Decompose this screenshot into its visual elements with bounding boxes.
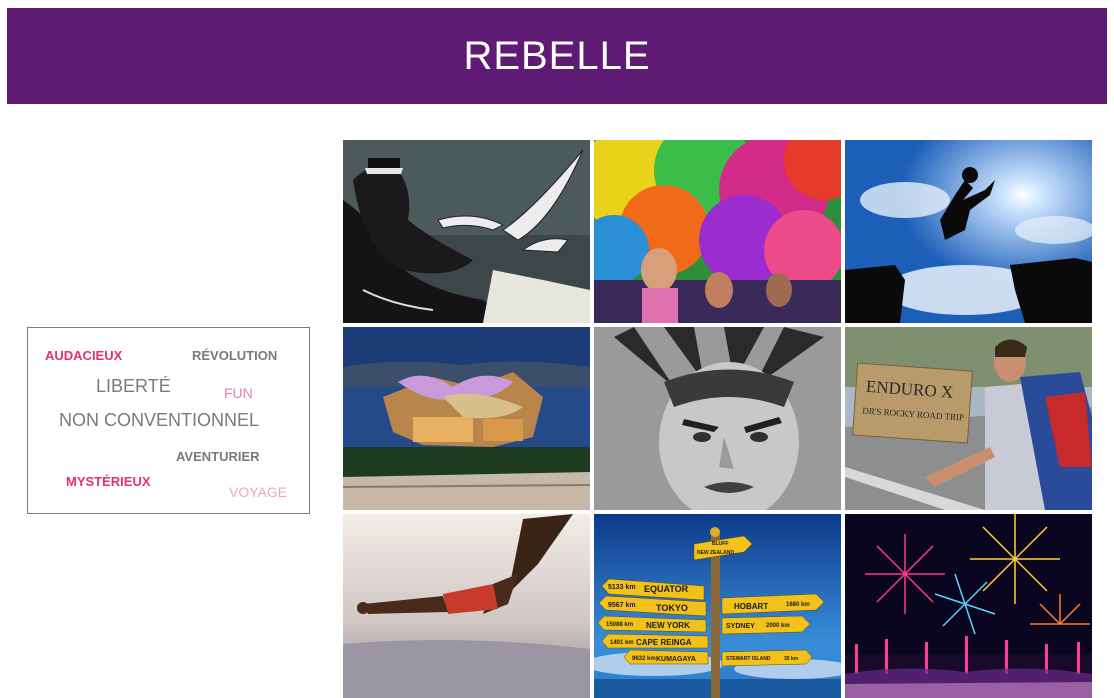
photo-cliff-jump [845, 140, 1092, 323]
sign-nz: NEW ZEALAND [697, 550, 734, 556]
photo-fireworks [845, 514, 1092, 698]
sign-equator: EQUATOR [644, 584, 689, 594]
sign-tokyo-dist: 9567 km [608, 602, 636, 609]
word-audacieux: AUDACIEUX [45, 348, 123, 363]
photo-modern-building [343, 327, 590, 510]
photo-grimace-face [594, 327, 841, 510]
sign-stewart-dist: 35 km [784, 656, 799, 662]
sign-ny: NEW YORK [646, 621, 690, 630]
word-fun: FUN [224, 385, 253, 401]
word-mysterieux: MYSTÉRIEUX [66, 474, 151, 489]
sign-cape-dist: 1401 km [610, 640, 634, 646]
word-cloud: AUDACIEUX RÉVOLUTION LIBERTÉ FUN NON CON… [27, 327, 310, 514]
photo-signpost: BLUFF NEW ZEALAND 5133 km EQUATOR 9567 k… [594, 514, 841, 698]
sign-bluff: BLUFF [712, 541, 728, 547]
page-title: REBELLE [463, 33, 651, 78]
word-revolution: RÉVOLUTION [192, 348, 278, 363]
sign-sydney: SYDNEY [726, 623, 755, 630]
word-aventurier: AVENTURIER [176, 449, 260, 464]
sign-ny-dist: 15088 km [606, 622, 633, 628]
sign-kuma: KUMAGAYA [656, 656, 696, 663]
sign-cape: CAPE REINGA [636, 638, 692, 647]
sign-sydney-dist: 2000 km [766, 623, 790, 629]
word-liberte: LIBERTÉ [96, 376, 171, 396]
sign-tokyo: TOKYO [656, 603, 688, 613]
sign-equator-dist: 5133 km [608, 584, 636, 591]
word-non-conventionnel: NON CONVENTIONNEL [59, 410, 260, 430]
photo-color-festival [594, 140, 841, 323]
photo-comic-sailor [343, 140, 590, 323]
photo-diving-man [343, 514, 590, 698]
page: REBELLE AUDACIEUX RÉVOLUTION LIBERTÉ FUN… [0, 0, 1114, 698]
sign-hobart-dist: 1680 km [786, 602, 810, 608]
sign-kuma-dist: 9632 km [632, 656, 656, 662]
photo-hitchhiker: ENDURO X DR'S ROCKY ROAD TRIP [845, 327, 1092, 510]
header-banner: REBELLE [7, 8, 1107, 104]
word-voyage: VOYAGE [229, 484, 288, 500]
sign-stewart: STEWART ISLAND [726, 656, 771, 662]
sign-hobart: HOBART [734, 602, 768, 611]
